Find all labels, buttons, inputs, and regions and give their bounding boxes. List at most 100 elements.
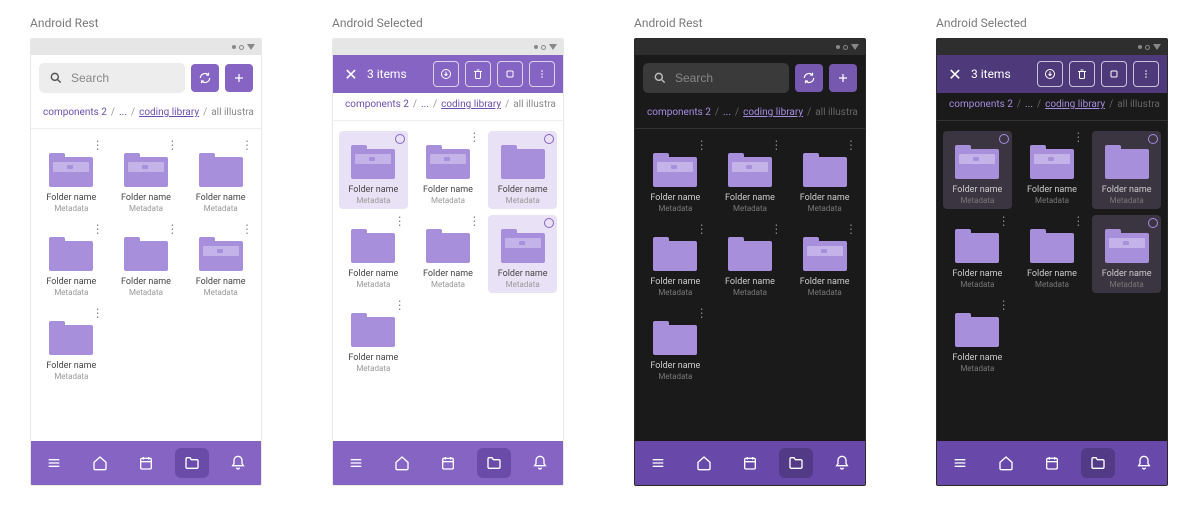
folder-tile[interactable]: ⋮ Folder name Metadata: [112, 223, 181, 301]
nav-files[interactable]: [175, 448, 209, 478]
selection-indicator-icon[interactable]: [1148, 134, 1158, 144]
folder-tile[interactable]: ⋮Folder nameMetadata: [790, 139, 859, 217]
folder-tile[interactable]: ⋮Folder nameMetadata: [641, 307, 710, 385]
nav-home[interactable]: [989, 448, 1023, 478]
download-button[interactable]: [1037, 61, 1063, 87]
folder-tile[interactable]: ⋮Folder nameMetadata: [641, 139, 710, 217]
more-vert-icon[interactable]: ⋮: [845, 225, 855, 233]
more-vert-icon[interactable]: ⋮: [770, 225, 780, 233]
folder-tile[interactable]: ⋮ Folder name Metadata: [414, 131, 483, 209]
folder-tile[interactable]: ⋮Folder nameMetadata: [943, 215, 1012, 293]
more-vert-icon[interactable]: ⋮: [166, 141, 176, 149]
more-vert-icon[interactable]: ⋮: [394, 301, 404, 309]
nav-menu[interactable]: [943, 448, 977, 478]
folder-tile[interactable]: ⋮Folder nameMetadata: [943, 299, 1012, 377]
more-vert-icon[interactable]: ⋮: [166, 225, 176, 233]
nav-files[interactable]: [1081, 448, 1115, 478]
more-button[interactable]: [1133, 61, 1159, 87]
more-vert-icon[interactable]: ⋮: [468, 217, 478, 225]
nav-calendar[interactable]: [733, 448, 767, 478]
breadcrumb-item[interactable]: coding library: [743, 107, 803, 118]
breadcrumb-item[interactable]: components 2: [949, 99, 1013, 110]
nav-menu[interactable]: [641, 448, 675, 478]
folder-tile[interactable]: ⋮Folder nameMetadata: [641, 223, 710, 301]
search-input[interactable]: [675, 71, 779, 85]
more-vert-icon[interactable]: ⋮: [92, 309, 102, 317]
more-vert-icon[interactable]: ⋮: [696, 141, 706, 149]
folder-tile[interactable]: ⋮ Folder name Metadata: [112, 139, 181, 217]
close-selection-button[interactable]: ✕: [341, 65, 361, 84]
nav-menu[interactable]: [37, 448, 71, 478]
more-vert-icon[interactable]: ⋮: [845, 141, 855, 149]
sync-button[interactable]: [795, 64, 823, 92]
more-vert-icon[interactable]: ⋮: [770, 141, 780, 149]
nav-notifications[interactable]: [523, 448, 557, 478]
nav-files[interactable]: [779, 448, 813, 478]
add-button[interactable]: [225, 64, 253, 92]
nav-notifications[interactable]: [221, 448, 255, 478]
search-field[interactable]: [39, 63, 185, 93]
close-selection-button[interactable]: ✕: [945, 65, 965, 84]
more-vert-icon[interactable]: ⋮: [998, 217, 1008, 225]
more-vert-icon[interactable]: ⋮: [92, 141, 102, 149]
breadcrumb-item[interactable]: components 2: [647, 107, 711, 118]
folder-tile[interactable]: ⋮Folder nameMetadata: [716, 223, 785, 301]
nav-home[interactable]: [385, 448, 419, 478]
nav-files[interactable]: [477, 448, 511, 478]
more-vert-icon[interactable]: ⋮: [696, 225, 706, 233]
breadcrumb-item[interactable]: components 2: [43, 107, 107, 118]
folder-tile[interactable]: ⋮Folder nameMetadata: [716, 139, 785, 217]
nav-menu[interactable]: [339, 448, 373, 478]
selection-indicator-icon[interactable]: [395, 134, 405, 144]
nav-notifications[interactable]: [825, 448, 859, 478]
selection-indicator-icon[interactable]: [544, 134, 554, 144]
folder-tile[interactable]: ⋮ Folder name Metadata: [339, 299, 408, 377]
folder-tile[interactable]: ⋮Folder nameMetadata: [1018, 131, 1087, 209]
folder-tile[interactable]: ⋮ Folder name Metadata: [186, 223, 255, 301]
more-vert-icon[interactable]: ⋮: [1072, 217, 1082, 225]
more-vert-icon[interactable]: ⋮: [998, 301, 1008, 309]
delete-button[interactable]: [1069, 61, 1095, 87]
folder-tile[interactable]: Folder name Metadata: [339, 131, 408, 209]
nav-home[interactable]: [687, 448, 721, 478]
search-input[interactable]: [71, 71, 175, 85]
sync-button[interactable]: [191, 64, 219, 92]
breadcrumb-item[interactable]: coding library: [441, 99, 501, 110]
nav-calendar[interactable]: [129, 448, 163, 478]
breadcrumb-overflow[interactable]: ...: [421, 99, 429, 110]
more-vert-icon[interactable]: ⋮: [1072, 133, 1082, 141]
folder-tile[interactable]: ⋮ Folder name Metadata: [37, 139, 106, 217]
folder-tile[interactable]: ⋮ Folder name Metadata: [414, 215, 483, 293]
nav-calendar[interactable]: [431, 448, 465, 478]
more-vert-icon[interactable]: ⋮: [394, 217, 404, 225]
more-vert-icon[interactable]: ⋮: [92, 225, 102, 233]
folder-tile[interactable]: ⋮ Folder name Metadata: [37, 307, 106, 385]
breadcrumb-overflow[interactable]: ...: [119, 107, 127, 118]
nav-notifications[interactable]: [1127, 448, 1161, 478]
selection-indicator-icon[interactable]: [544, 218, 554, 228]
folder-tile[interactable]: Folder name Metadata: [488, 215, 557, 293]
folder-tile[interactable]: ⋮Folder nameMetadata: [1018, 215, 1087, 293]
breadcrumb-overflow[interactable]: ...: [1025, 99, 1033, 110]
more-vert-icon[interactable]: ⋮: [696, 309, 706, 317]
nav-home[interactable]: [83, 448, 117, 478]
breadcrumb-item[interactable]: coding library: [1045, 99, 1105, 110]
more-vert-icon[interactable]: ⋮: [468, 133, 478, 141]
delete-button[interactable]: [465, 61, 491, 87]
stop-button[interactable]: [1101, 61, 1127, 87]
nav-calendar[interactable]: [1035, 448, 1069, 478]
folder-tile[interactable]: Folder name Metadata: [488, 131, 557, 209]
search-field[interactable]: [643, 63, 789, 93]
folder-tile[interactable]: Folder nameMetadata: [943, 131, 1012, 209]
selection-indicator-icon[interactable]: [999, 134, 1009, 144]
folder-tile[interactable]: Folder nameMetadata: [1092, 131, 1161, 209]
folder-tile[interactable]: ⋮Folder nameMetadata: [790, 223, 859, 301]
breadcrumb-item[interactable]: components 2: [345, 99, 409, 110]
more-button[interactable]: [529, 61, 555, 87]
folder-tile[interactable]: ⋮ Folder name Metadata: [186, 139, 255, 217]
selection-indicator-icon[interactable]: [1148, 218, 1158, 228]
folder-tile[interactable]: Folder nameMetadata: [1092, 215, 1161, 293]
folder-tile[interactable]: ⋮ Folder name Metadata: [339, 215, 408, 293]
breadcrumb-overflow[interactable]: ...: [723, 107, 731, 118]
folder-tile[interactable]: ⋮ Folder name Metadata: [37, 223, 106, 301]
